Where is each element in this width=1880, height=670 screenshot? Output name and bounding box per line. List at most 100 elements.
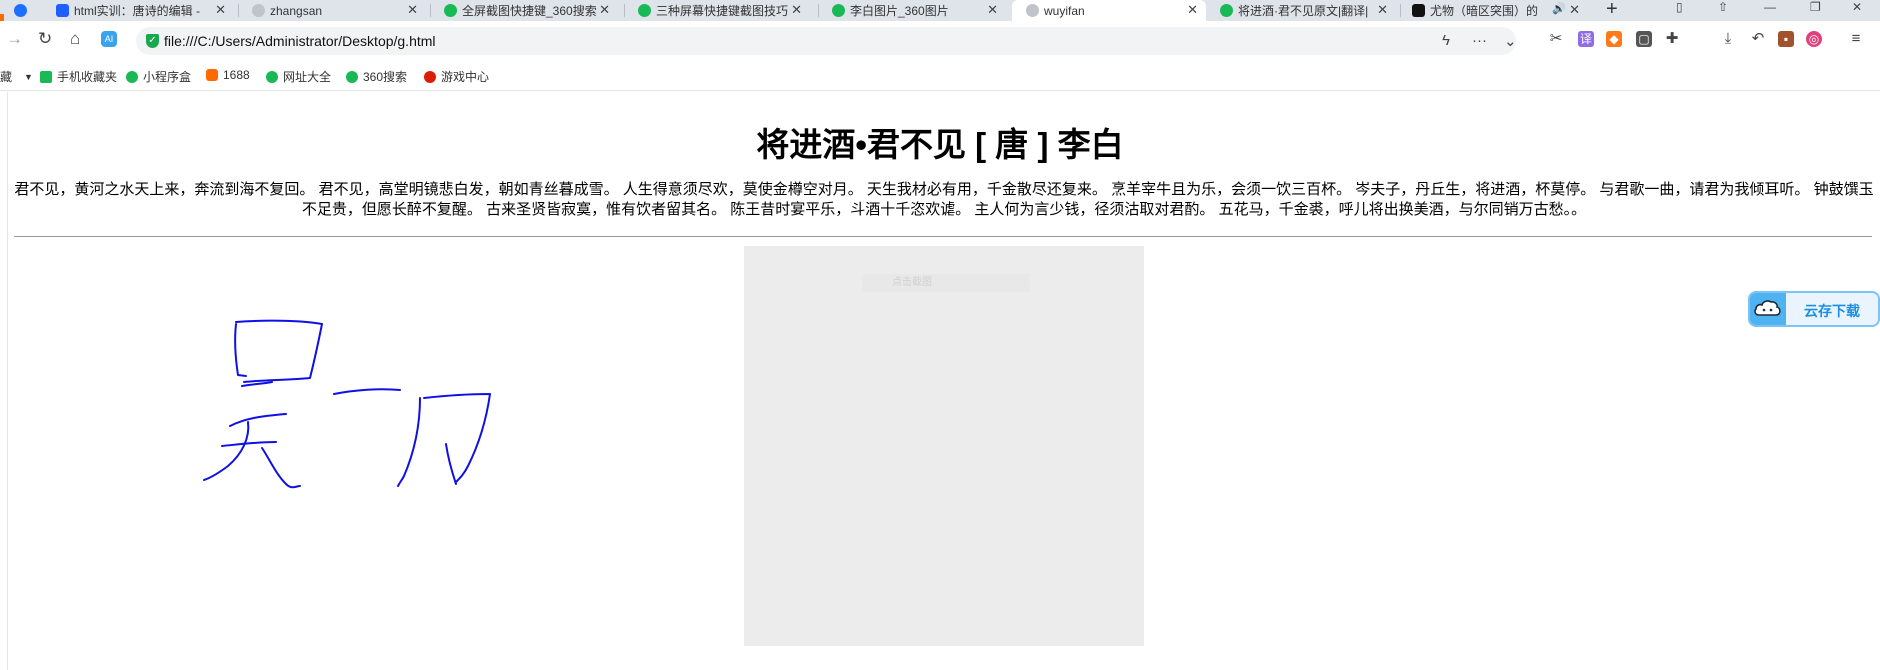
- browser-menu-icon[interactable]: [14, 0, 34, 21]
- tab-label: 将进酒·君不见原文|翻译|: [1238, 4, 1369, 18]
- new-tab-icon[interactable]: +: [1606, 0, 1618, 21]
- sidebar-toggle-icon[interactable]: ▯: [1676, 0, 1683, 14]
- bookmark-directory[interactable]: 网址大全: [266, 68, 331, 85]
- ink-stroke: [229, 413, 287, 427]
- tab-divider: [624, 4, 625, 17]
- reader-icon[interactable]: ▢: [1636, 31, 1652, 47]
- tab-6[interactable]: 将进酒·君不见原文|翻译| ✕: [1220, 0, 1396, 21]
- shield-icon: ✓: [146, 34, 159, 48]
- tab-bar: html实训：唐诗的编辑 - ✕ zhangsan ✕ 全屏截图快捷键_360搜…: [0, 0, 1880, 21]
- 360-search-icon: [346, 70, 358, 83]
- globe-icon: [1026, 4, 1039, 17]
- close-icon[interactable]: ✕: [791, 2, 802, 18]
- tab-label: zhangsan: [270, 3, 323, 18]
- tab-divider: [1400, 4, 1401, 17]
- url-field[interactable]: ✓ file:///C:/Users/Administrator/Desktop…: [136, 27, 1517, 55]
- paper-plane-icon: [14, 4, 27, 17]
- ai-icon[interactable]: AI: [101, 31, 117, 47]
- tab-divider: [238, 4, 239, 17]
- directory-icon: [266, 70, 278, 83]
- cloud-download-label: 云存下载: [1804, 303, 1860, 319]
- close-icon[interactable]: ✕: [407, 2, 418, 18]
- bookmark-games[interactable]: 游戏中心: [424, 68, 489, 85]
- ink-stroke: [203, 421, 250, 481]
- ink-stroke: [445, 443, 457, 485]
- tab-3[interactable]: 三种屏幕快捷键截图技巧 ✕: [638, 0, 810, 21]
- maximize-icon[interactable]: ❐: [1810, 0, 1821, 14]
- translate-icon[interactable]: 译: [1578, 31, 1594, 47]
- minimize-icon[interactable]: —: [1764, 0, 1776, 14]
- tab-label: wuyifan: [1044, 3, 1085, 18]
- tab-label: 李白图片_360图片: [850, 4, 949, 18]
- 1688-icon: [206, 69, 218, 81]
- bookmark-label: 藏: [0, 70, 13, 84]
- image-placeholder[interactable]: 点击截图: [744, 246, 1144, 646]
- menu-icon[interactable]: ≡: [1848, 31, 1864, 47]
- miniapp-icon: [126, 70, 138, 83]
- bookmark-miniapp[interactable]: 小程序盒: [126, 68, 191, 85]
- phone-icon: [40, 70, 52, 83]
- tab-0[interactable]: html实训：唐诗的编辑 - ✕: [56, 0, 234, 21]
- 360-search-icon: [1220, 4, 1233, 17]
- bookmark-label: 网址大全: [283, 70, 332, 84]
- close-icon[interactable]: ✕: [215, 2, 226, 18]
- tab-7[interactable]: 尤物（暗区突围）的 🔊 ✕: [1412, 0, 1588, 21]
- bookmark-label: 1688: [223, 68, 250, 82]
- download-icon[interactable]: ⤓: [1720, 31, 1736, 47]
- 360-search-icon: [638, 4, 651, 17]
- speaker-icon[interactable]: 🔊: [1552, 2, 1566, 15]
- bookmark-label: 360搜索: [363, 70, 408, 84]
- url-text: file:///C:/Users/Administrator/Desktop/g…: [164, 33, 436, 49]
- tiktok-icon: [1412, 4, 1425, 17]
- tab-label: 全屏截图快捷键_360搜索: [462, 4, 597, 18]
- forward-icon[interactable]: →: [6, 29, 23, 49]
- ink-stroke: [423, 393, 491, 483]
- lightning-icon[interactable]: ϟ: [1442, 32, 1450, 49]
- fox-extension-icon[interactable]: ◆: [1606, 31, 1622, 47]
- tab-divider: [430, 4, 431, 17]
- page-content: 将进酒•君不见 [ 唐 ] 李白 君不见，黄河之水天上来，奔流到海不复回。 君不…: [0, 92, 1880, 670]
- cloud-icon: [1750, 293, 1786, 325]
- tab-5[interactable]: wuyifan ✕: [1012, 0, 1206, 21]
- avatar[interactable]: ◎: [1806, 31, 1822, 47]
- close-icon[interactable]: ✕: [987, 2, 998, 18]
- window-close-icon[interactable]: ✕: [1852, 0, 1862, 14]
- chevron-down-icon[interactable]: ⌄: [1504, 32, 1517, 50]
- bookmark-label: 手机收藏夹: [57, 70, 118, 84]
- game-icon: [424, 70, 436, 83]
- tab-1[interactable]: zhangsan ✕: [252, 0, 426, 21]
- close-icon[interactable]: ✕: [1377, 2, 1388, 18]
- tab-2[interactable]: 全屏截图快捷键_360搜索 ✕: [444, 0, 618, 21]
- globe-icon: [252, 4, 265, 17]
- home-icon[interactable]: ⌂: [70, 29, 80, 49]
- bookmark-1688[interactable]: 1688: [206, 68, 250, 82]
- ink-stroke: [234, 323, 247, 377]
- tab-favicon-icon: [56, 4, 69, 17]
- ink-stroke: [221, 441, 277, 447]
- skin-icon[interactable]: ⇧: [1718, 0, 1728, 14]
- more-icon[interactable]: ···: [1472, 32, 1487, 49]
- cloud-download-button[interactable]: 云存下载: [1748, 291, 1880, 327]
- bookmark-mobile[interactable]: 手机收藏夹: [40, 68, 117, 85]
- ink-strokes: [203, 319, 491, 489]
- scissors-icon[interactable]: ✂: [1548, 31, 1564, 47]
- bookmark-label: 游戏中心: [441, 70, 490, 84]
- puzzle-icon[interactable]: ✚: [1664, 31, 1680, 47]
- bookmark-360search[interactable]: 360搜索: [346, 68, 407, 85]
- ink-stroke: [235, 319, 323, 383]
- briefcase-icon[interactable]: ▪: [1778, 31, 1794, 47]
- bookmark-favorites[interactable]: 藏 ▼: [0, 68, 33, 85]
- chevron-down-icon[interactable]: ▼: [24, 72, 33, 82]
- 360-search-icon: [444, 4, 457, 17]
- tab-divider: [818, 4, 819, 17]
- close-icon[interactable]: ✕: [599, 2, 610, 18]
- screenshot-caption[interactable]: 点击截图: [862, 274, 1030, 292]
- undo-icon[interactable]: ↶: [1750, 31, 1766, 47]
- close-icon[interactable]: ✕: [1187, 2, 1198, 18]
- tab-label: 尤物（暗区突围）的: [1430, 4, 1539, 18]
- tab-label: 三种屏幕快捷键截图技巧: [656, 4, 789, 18]
- tab-4[interactable]: 李白图片_360图片 ✕: [832, 0, 1006, 21]
- close-icon[interactable]: ✕: [1569, 2, 1580, 18]
- 360-search-icon: [832, 4, 845, 17]
- reload-icon[interactable]: ↻: [38, 29, 52, 49]
